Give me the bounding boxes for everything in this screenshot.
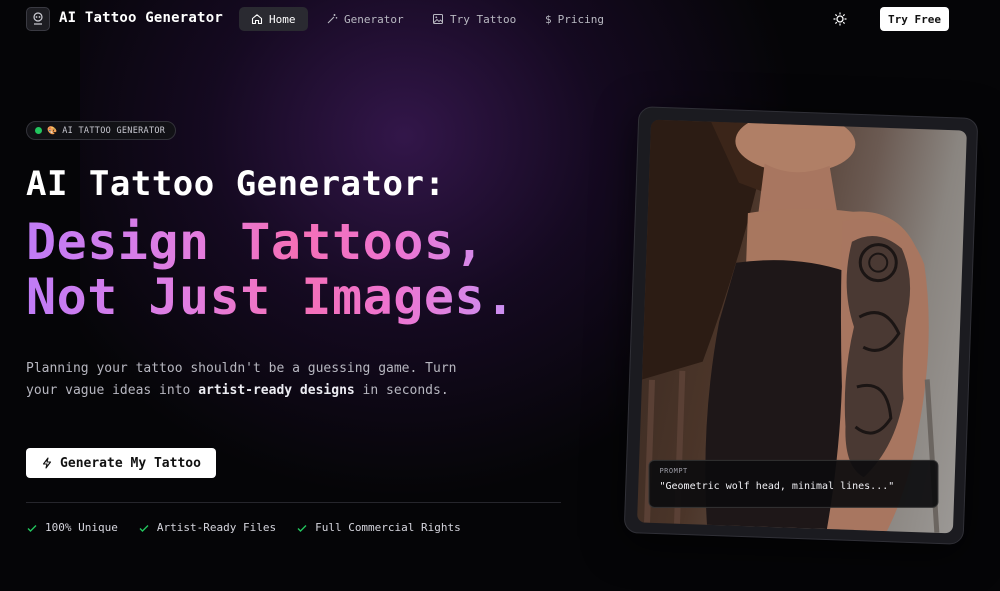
hero-title-line1: AI Tattoo Generator: [26,164,446,204]
palette-icon: 🎨 [47,125,58,135]
image-icon [433,14,443,24]
nav-try-tattoo[interactable]: Try Tattoo [420,7,528,31]
hero-title-line3: Not Just Images. [26,268,516,326]
nav-home[interactable]: Home [239,7,308,31]
check-icon [27,524,37,532]
feature-item: 100% Unique [26,521,118,534]
hero-badge: 🎨 AI TATTOO GENERATOR [26,121,177,140]
brand-name[interactable]: AI Tattoo Generator [59,10,223,26]
check-icon [139,524,149,532]
tattoo-photo: PROMPT "Geometric wolf head, minimal lin… [637,119,967,534]
nav-generator-label: Generator [344,12,404,26]
hero-title-line2: Design Tattoos, [26,213,486,271]
theme-toggle-sun-icon[interactable] [832,11,848,27]
generate-tattoo-label: Generate My Tattoo [60,455,201,471]
nav-home-label: Home [269,12,296,26]
feature-label: Full Commercial Rights [315,521,461,534]
prompt-label: PROMPT [659,466,688,475]
tattoo-preview-card: PROMPT "Geometric wolf head, minimal lin… [623,106,979,545]
hero-badge-label: AI TATTOO GENERATOR [62,125,166,136]
status-dot-icon [35,127,42,134]
feature-list: 100% Unique Artist-Ready Files Full Comm… [26,521,461,534]
top-navbar: AI Tattoo Generator Home Generator Try T… [0,0,1000,38]
generate-tattoo-button[interactable]: Generate My Tattoo [26,448,216,478]
hero-description: Planning your tattoo shouldn't be a gues… [26,358,466,402]
check-icon [297,524,307,532]
feature-label: 100% Unique [45,521,118,534]
dollar-icon: $ [545,12,552,26]
hero-desc-bold: artist-ready designs [198,383,355,398]
nav-generator[interactable]: Generator [314,7,416,31]
feature-item: Artist-Ready Files [138,521,276,534]
try-free-button[interactable]: Try Free [880,7,949,31]
hero-desc-part2: in seconds. [354,383,449,398]
lightning-icon [42,457,52,469]
nav-try-tattoo-label: Try Tattoo [450,12,517,26]
feature-label: Artist-Ready Files [156,521,277,534]
prompt-text: "Geometric wolf head, minimal lines..." [659,480,895,492]
feature-item: Full Commercial Rights [296,521,461,534]
magic-wand-icon [327,14,338,24]
logo-icon[interactable] [26,7,50,31]
divider [26,502,561,503]
hero-title-gradient: Design Tattoos, Not Just Images. [26,215,516,325]
home-icon [251,14,263,25]
nav-pricing[interactable]: $ Pricing [533,7,616,31]
nav-pricing-label: Pricing [557,12,604,26]
prompt-box: PROMPT "Geometric wolf head, minimal lin… [648,459,939,508]
